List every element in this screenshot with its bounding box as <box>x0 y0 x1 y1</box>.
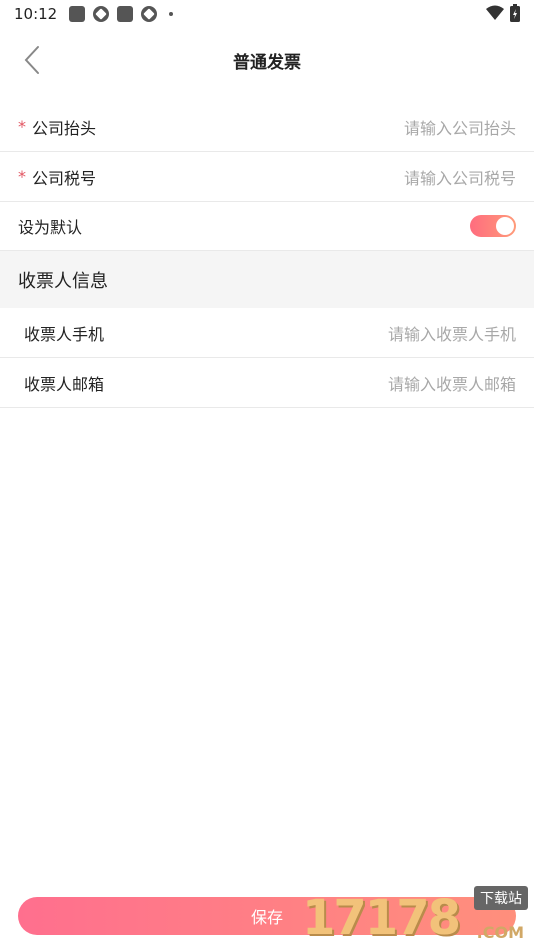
toggle-knob <box>496 216 514 235</box>
receiver-section-header: 收票人信息 <box>0 251 534 308</box>
status-bar: 10:12 <box>0 0 534 28</box>
watermark-tag: 下载站 <box>474 886 528 910</box>
receiver-email-row[interactable]: 收票人邮箱 请输入收票人邮箱 <box>0 358 534 408</box>
tax-number-row[interactable]: * 公司税号 请输入公司税号 <box>0 152 534 202</box>
shield-notification-icon <box>93 6 110 22</box>
company-title-label-group: * 公司抬头 <box>18 115 96 139</box>
company-title-row[interactable]: * 公司抬头 请输入公司抬头 <box>0 102 534 152</box>
site-watermark: 17178 下载站 .COM <box>302 886 528 946</box>
app-notification-icon <box>69 6 86 22</box>
receiver-phone-row[interactable]: 收票人手机 请输入收票人手机 <box>0 308 534 358</box>
required-mark: * <box>18 117 26 136</box>
default-toggle[interactable] <box>470 214 516 237</box>
more-notifications-dot-icon <box>169 12 174 16</box>
receiver-email-input[interactable]: 请输入收票人邮箱 <box>388 371 516 395</box>
page-title: 普通发票 <box>233 53 301 73</box>
required-mark: * <box>18 167 26 186</box>
watermark-domain: .COM <box>476 923 524 942</box>
watermark-number: 17178 <box>302 890 461 946</box>
status-system-icons <box>486 4 520 22</box>
receiver-phone-label: 收票人手机 <box>24 324 105 344</box>
company-title-input[interactable]: 请输入公司抬头 <box>404 115 516 139</box>
battery-icon <box>510 4 520 22</box>
receiver-email-label: 收票人邮箱 <box>24 374 105 394</box>
status-time: 10:12 <box>14 5 58 23</box>
app-notification-icon <box>117 6 134 22</box>
status-notification-icons <box>69 6 174 22</box>
wifi-icon <box>486 5 504 20</box>
shield-notification-icon <box>141 6 158 22</box>
default-label: 设为默认 <box>18 217 83 237</box>
tax-number-input[interactable]: 请输入公司税号 <box>404 165 516 189</box>
receiver-phone-input[interactable]: 请输入收票人手机 <box>388 321 516 345</box>
nav-bar: 普通发票 <box>0 28 534 92</box>
company-title-label: 公司抬头 <box>32 118 97 138</box>
default-row: 设为默认 <box>0 201 534 251</box>
tax-number-label: 公司税号 <box>32 168 97 188</box>
tax-number-label-group: * 公司税号 <box>18 165 96 189</box>
